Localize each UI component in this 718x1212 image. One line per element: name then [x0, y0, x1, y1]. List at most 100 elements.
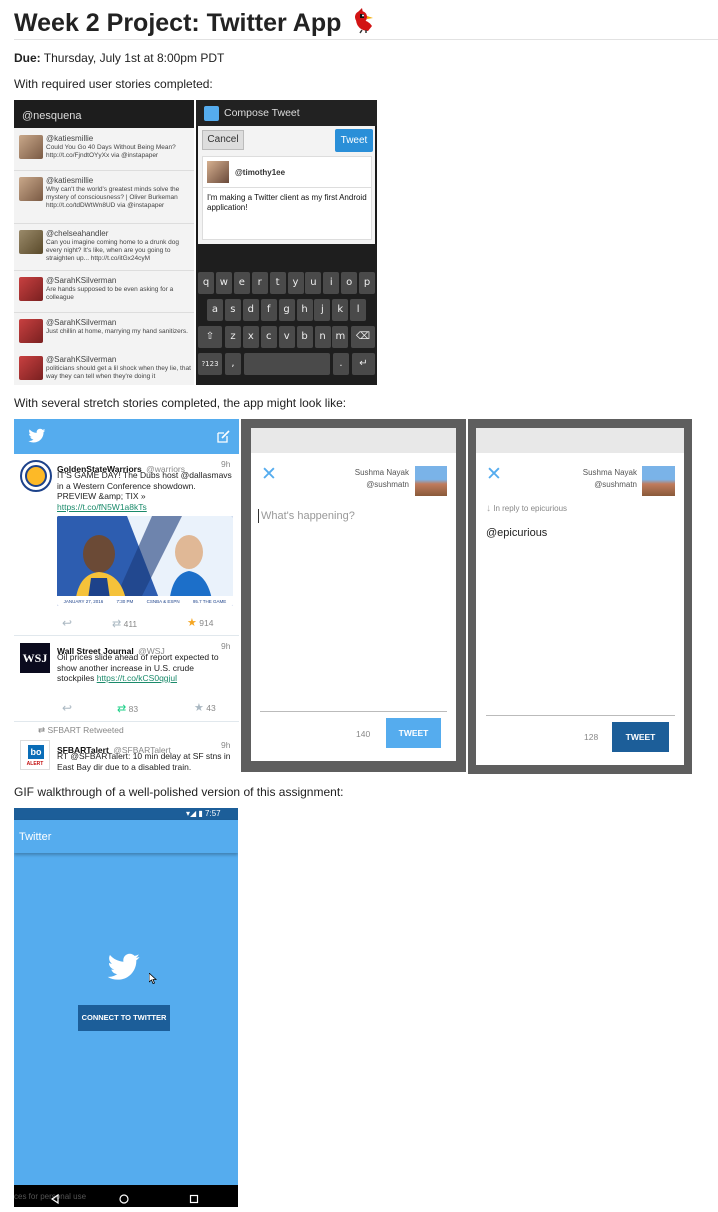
list-item[interactable]: @SarahKSilverman Just chillin at home, m…	[14, 313, 194, 355]
cancel-button[interactable]: Cancel	[202, 130, 244, 150]
key-s[interactable]: s	[224, 299, 241, 321]
star-icon: ★	[187, 617, 197, 629]
key-o[interactable]: o	[341, 272, 358, 294]
toolbar: Twitter	[14, 820, 238, 853]
avatar	[19, 319, 43, 343]
avatar	[19, 177, 43, 201]
game-day-image	[57, 516, 233, 606]
key-d[interactable]: d	[242, 299, 259, 321]
key-n[interactable]: n	[314, 326, 331, 348]
close-icon[interactable]: ✕	[261, 465, 277, 484]
avatar	[207, 161, 229, 183]
compose-panel: Cancel Tweet @timothy1ee I'm making a Tw…	[198, 126, 375, 244]
keyboard: qwertyuiop asdfghjkl z x c v b n m ⇧ ⌫ ?123 , . …	[196, 244, 377, 385]
key-e[interactable]: e	[233, 272, 250, 294]
key-k[interactable]: k	[332, 299, 349, 321]
key-u[interactable]: u	[305, 272, 322, 294]
avatar	[20, 460, 52, 492]
key-h[interactable]: h	[296, 299, 313, 321]
key-a[interactable]: a	[207, 299, 223, 321]
key-l[interactable]: l	[350, 299, 367, 321]
tweet-button[interactable]: TWEET	[386, 718, 441, 748]
key-g[interactable]: g	[278, 299, 295, 321]
tweet-link[interactable]: https://t.co/kCS0qgjul	[97, 673, 177, 683]
tweet-button[interactable]: TWEET	[612, 722, 669, 752]
tweet-text-field[interactable]: I'm making a Twitter client as my first …	[207, 193, 367, 213]
timeline-screenshot: @nesquena @katiesmillie Could You Go 40 …	[14, 100, 194, 385]
compose-titlebar: Compose Tweet	[196, 100, 377, 126]
key-r[interactable]: r	[251, 272, 268, 294]
reply-dialog: ✕ Sushma Nayak @sushmatn ↓ In reply to e…	[476, 453, 684, 765]
key-i[interactable]: i	[323, 272, 340, 294]
required-text: With required user stories completed:	[14, 77, 213, 91]
key-p[interactable]: p	[359, 272, 376, 294]
avatar	[642, 466, 675, 496]
key-x[interactable]: x	[242, 326, 259, 348]
twitter-bird-icon	[28, 428, 46, 449]
shift-key[interactable]: ⇧	[198, 326, 222, 348]
connect-button[interactable]: CONNECT TO TWITTER	[78, 1005, 170, 1031]
list-item[interactable]: @SarahKSilverman politicians should get …	[14, 350, 194, 385]
key-v[interactable]: v	[278, 326, 295, 348]
list-item[interactable]: @chelseahandler Can you imagine coming h…	[14, 224, 194, 271]
key-m[interactable]: m	[332, 326, 349, 348]
close-icon[interactable]: ✕	[486, 465, 502, 484]
key-t[interactable]: t	[269, 272, 286, 294]
gif-text: GIF walkthrough of a well-polished versi…	[14, 785, 344, 799]
enter-key[interactable]: ↵	[352, 353, 375, 375]
compose-box: @timothy1ee I'm making a Twitter client …	[202, 156, 372, 240]
tweet-text-field[interactable]: What's happening?	[258, 509, 448, 523]
tweet-item[interactable]: GoldenStateWarriors @warriors 9h IT'S GA…	[14, 454, 239, 636]
like-button[interactable]: ★ 914	[187, 616, 213, 629]
reply-icon[interactable]: ↩	[62, 616, 72, 630]
back-icon[interactable]	[50, 1191, 60, 1207]
avatar: bo ALERT	[20, 740, 50, 770]
twitter-bird-icon	[107, 953, 141, 987]
key-z[interactable]: z	[225, 326, 241, 348]
title-divider	[14, 39, 718, 40]
tweet-item[interactable]: ⇄ SFBART Retweeted bo ALERT SFBARTalert …	[14, 722, 239, 772]
twitter-app-icon	[204, 106, 219, 121]
avatar: WSJ	[20, 643, 50, 673]
reply-icon[interactable]: ↩	[62, 701, 72, 715]
key-f[interactable]: f	[260, 299, 277, 321]
signal-icon: ◢	[190, 809, 197, 818]
retweet-button[interactable]: ⇄ 411	[112, 617, 137, 630]
key-y[interactable]: y	[287, 272, 304, 294]
home-icon[interactable]	[119, 1191, 129, 1207]
compose-icon[interactable]	[217, 430, 230, 448]
compose-modal-screenshot: ✕ Sushma Nayak @sushmatn What's happenin…	[241, 419, 466, 772]
avatar	[19, 356, 43, 380]
like-button[interactable]: ★ 43	[194, 701, 216, 714]
space-key[interactable]	[244, 353, 330, 375]
comma-key[interactable]: ,	[225, 353, 241, 375]
list-item[interactable]: @katiesmillie Why can't the world's grea…	[14, 171, 194, 224]
app-bar	[14, 419, 239, 454]
symbols-key[interactable]: ?123	[198, 353, 222, 375]
key-w[interactable]: w	[215, 272, 232, 294]
tweet-text-field[interactable]: @epicurious	[486, 527, 547, 539]
avatar	[19, 277, 43, 301]
list-item[interactable]: @SarahKSilverman Are hands supposed to b…	[14, 271, 194, 313]
tweet-button[interactable]: Tweet	[335, 129, 373, 152]
promo-bar: JANUARY 27, 2016 7:30 PM CSNBA & ESPN 95…	[63, 598, 227, 604]
page-title: Week 2 Project: Twitter App	[14, 6, 376, 41]
tweet-item[interactable]: WSJ Wall Street Journal @WSJ 9h Oil pric…	[14, 636, 239, 722]
key-j[interactable]: j	[314, 299, 331, 321]
key-b[interactable]: b	[296, 326, 313, 348]
period-key[interactable]: .	[333, 353, 349, 375]
tweet-link[interactable]: https://t.co/fN5W1a8kTs	[57, 502, 147, 512]
battery-icon: ▮	[198, 809, 203, 818]
recents-icon[interactable]	[189, 1191, 199, 1207]
retweet-button[interactable]: ⇄ 83	[117, 702, 138, 715]
key-c[interactable]: c	[260, 326, 277, 348]
backspace-key[interactable]: ⌫	[351, 326, 375, 348]
key-q[interactable]: q	[198, 272, 214, 294]
retweet-icon: ⇄	[38, 725, 46, 735]
tweet-media[interactable]: JANUARY 27, 2016 7:30 PM CSNBA & ESPN 95…	[57, 516, 233, 606]
status-bar: ▾◢ ▮ 7:57	[14, 808, 238, 820]
list-item[interactable]: @katiesmillie Could You Go 40 Days Witho…	[14, 129, 194, 171]
due-line: Due: Thursday, July 1st at 8:00pm PDT	[14, 51, 225, 65]
arrow-down-icon: ↓	[486, 503, 491, 514]
char-count: 140	[356, 729, 371, 739]
